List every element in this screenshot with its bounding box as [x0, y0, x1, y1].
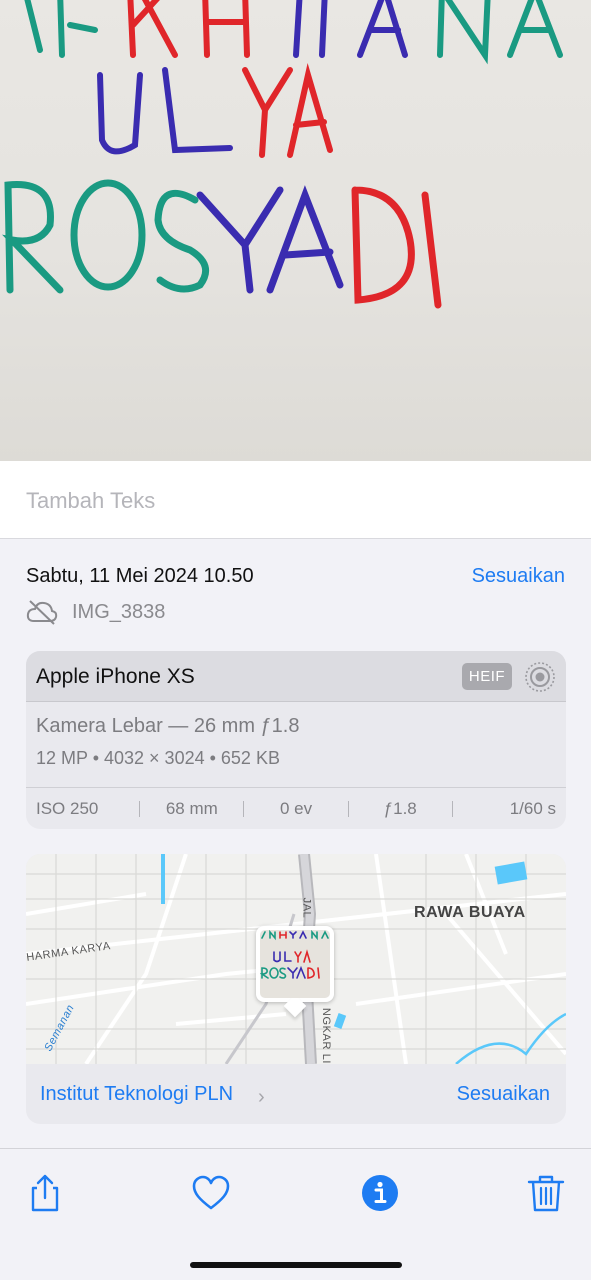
- device-name: Apple iPhone XS: [36, 665, 195, 688]
- home-indicator: [190, 1262, 402, 1268]
- capture-date: Sabtu, 11 Mei 2024 10.50: [26, 565, 254, 587]
- format-badge: HEIF: [462, 663, 512, 690]
- camera-info-card: Apple iPhone XS HEIF Kamera Lebar — 26 m…: [26, 651, 566, 829]
- exif-focal-length: 68 mm: [165, 798, 218, 818]
- photo-viewer[interactable]: [0, 0, 591, 461]
- heart-icon[interactable]: [191, 1173, 231, 1213]
- share-icon[interactable]: [25, 1173, 65, 1213]
- map-label-road: JAL: [300, 897, 313, 919]
- exif-shutter: 1/60 s: [509, 798, 557, 818]
- exif-iso: ISO 250: [36, 798, 99, 818]
- photo-location-pin[interactable]: [256, 926, 334, 1018]
- cloud-slash-icon: [26, 600, 58, 625]
- lens-info: Kamera Lebar — 26 mm ƒ1.8: [36, 715, 300, 737]
- camera-card-header: Apple iPhone XS HEIF: [26, 651, 566, 702]
- pin-thumbnail-image: [260, 930, 329, 979]
- info-icon[interactable]: [360, 1173, 400, 1213]
- pin-thumbnail: [260, 930, 330, 998]
- location-card: RAWA BUAYA HARMA KARYA Semanan JAL NGKAR…: [26, 854, 566, 1124]
- adjust-date-button[interactable]: Sesuaikan: [472, 565, 565, 588]
- adjust-location-button[interactable]: Sesuaikan: [457, 1083, 550, 1106]
- location-bar: Institut Teknologi PLN › Sesuaikan: [26, 1064, 566, 1124]
- exif-aperture: ƒ1.8: [383, 798, 417, 818]
- chevron-right-icon: ›: [258, 1086, 265, 1108]
- caption-field[interactable]: Tambah Teks: [0, 461, 591, 539]
- exif-row: ISO 250 68 mm 0 ev ƒ1.8 1/60 s: [26, 787, 566, 829]
- location-name-link[interactable]: Institut Teknologi PLN: [40, 1083, 233, 1106]
- caption-placeholder: Tambah Teks: [26, 488, 156, 513]
- bottom-toolbar: [0, 1148, 591, 1280]
- file-info: IMG_3838: [26, 598, 165, 626]
- file-name: IMG_3838: [72, 600, 166, 623]
- map-label-district: RAWA BUAYA: [414, 904, 526, 921]
- exif-exposure-bias: 0 ev: [279, 798, 313, 818]
- image-specs: 12 MP • 4032 × 3024 • 652 KB: [36, 748, 280, 768]
- photo-content: [2, 0, 563, 309]
- map-label-road-2: NGKAR LI: [320, 1007, 333, 1065]
- live-photo-icon[interactable]: [524, 661, 556, 693]
- trash-icon[interactable]: [526, 1173, 566, 1213]
- location-map[interactable]: RAWA BUAYA HARMA KARYA Semanan JAL NGKAR…: [26, 854, 566, 1064]
